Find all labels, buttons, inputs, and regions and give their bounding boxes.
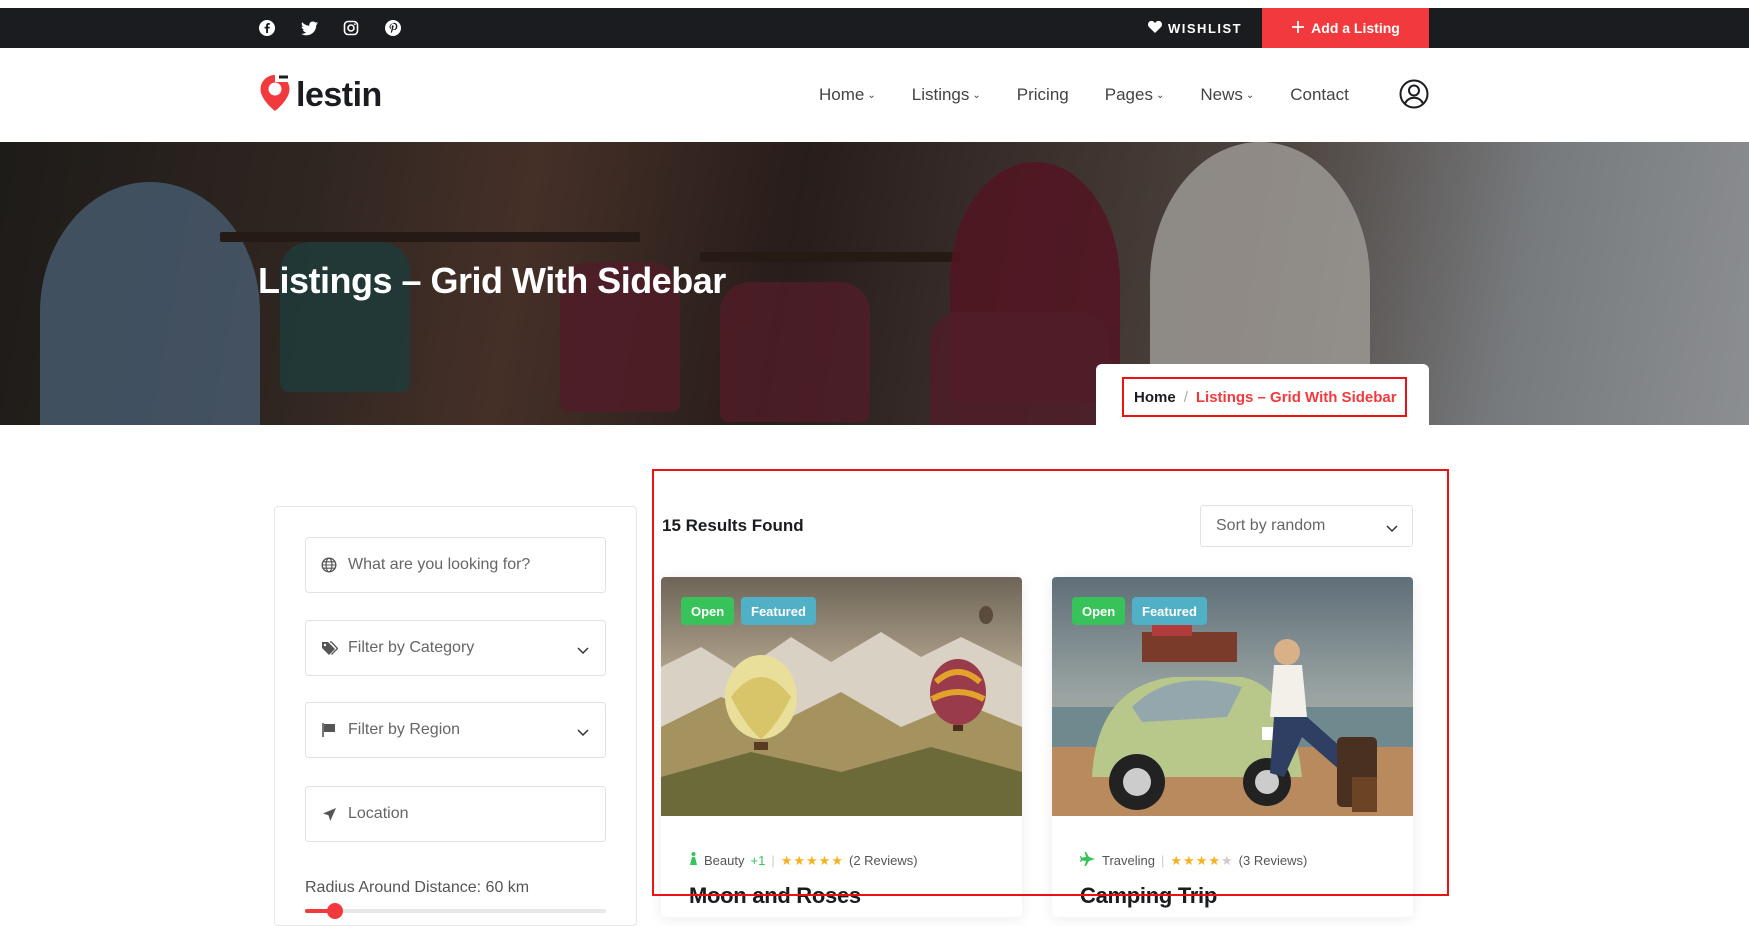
chevron-down-icon (577, 724, 589, 742)
review-count: (2 Reviews) (848, 853, 918, 868)
airplane-icon (1080, 852, 1096, 869)
star-icon: ★ (818, 852, 831, 868)
nav-label: News (1200, 85, 1243, 104)
star-icon: ★ (806, 852, 818, 868)
user-account-icon[interactable] (1399, 79, 1429, 109)
main-nav: Home ⌄ Listings ⌄ Pricing Pages ⌄ News ⌄ Con… (819, 48, 1349, 142)
pinterest-icon[interactable] (384, 19, 402, 37)
star-icon: ★ (1195, 852, 1208, 868)
flag-icon (320, 721, 338, 739)
search-input[interactable]: What are you looking for? (305, 537, 606, 593)
location-pin-icon (258, 73, 292, 118)
breadcrumb-current: Listings – Grid With Sidebar (1195, 388, 1397, 406)
nav-item-home[interactable]: Home ⌄ (819, 85, 876, 105)
star-icon: ★ (1221, 852, 1233, 868)
chevron-down-icon (577, 642, 589, 660)
nav-item-pricing[interactable]: Pricing (1017, 85, 1069, 105)
radius-label: Radius Around Distance: 60 km (305, 879, 530, 896)
nav-label: Pages (1104, 85, 1153, 104)
star-icon: ★ (1183, 852, 1195, 868)
breadcrumb: Home / Listings – Grid With Sidebar (1122, 377, 1407, 417)
top-bar: WISHLIST Add a Listing (0, 8, 1749, 48)
page-hero-banner: Listings – Grid With Sidebar (0, 142, 1749, 425)
listing-title[interactable]: Moon and Roses (689, 883, 861, 909)
listing-image[interactable]: Open Featured (661, 577, 1022, 816)
facebook-icon[interactable] (258, 19, 276, 37)
wishlist-label: WISHLIST (1168, 20, 1243, 36)
filter-sidebar: What are you looking for? Filter by Cate… (274, 506, 637, 926)
chevron-down-icon: ⌄ (1245, 89, 1255, 101)
chevron-down-icon: ⌄ (867, 89, 876, 101)
status-badge-open: Open (1072, 597, 1126, 625)
tags-icon (320, 639, 338, 657)
beauty-icon (689, 852, 698, 869)
listing-image[interactable]: Open Featured (1052, 577, 1413, 816)
social-links (258, 8, 402, 48)
listing-category[interactable]: Beauty (704, 853, 744, 868)
listing-card[interactable]: Open Featured Traveling | ★ ★ ★ ★ ★ (3 Revie… (1052, 577, 1413, 917)
listing-category-extra: +1 (750, 853, 766, 868)
add-listing-button[interactable]: Add a Listing (1262, 8, 1429, 48)
listing-category[interactable]: Traveling (1102, 853, 1155, 868)
plus-icon (1291, 20, 1305, 37)
nav-label: Listings (911, 85, 970, 104)
status-badge-open: Open (681, 597, 735, 625)
category-select[interactable]: Filter by Category (305, 620, 606, 676)
nav-item-news[interactable]: News ⌄ (1200, 85, 1254, 105)
globe-icon (320, 556, 338, 574)
main-header: lestin Home ⌄ Listings ⌄ Pricing Pages ⌄ Ne… (0, 48, 1749, 142)
region-select[interactable]: Filter by Region (305, 702, 606, 758)
listing-card[interactable]: Open Featured Beauty +1 | ★ ★ ★ ★ ★ (2 Revie… (661, 577, 1022, 917)
sort-value: Sort by random (1216, 517, 1326, 534)
meta-divider: | (771, 853, 775, 868)
listing-title[interactable]: Camping Trip (1080, 883, 1217, 909)
nav-item-pages[interactable]: Pages ⌄ (1105, 85, 1165, 105)
rating-stars: ★ ★ ★ ★ ★ (781, 853, 843, 869)
sort-select[interactable]: Sort by random (1200, 505, 1413, 547)
star-icon: ★ (793, 852, 806, 868)
site-logo[interactable]: lestin (258, 73, 382, 118)
location-input[interactable]: Location (305, 786, 606, 842)
instagram-icon[interactable] (342, 19, 360, 37)
search-placeholder: What are you looking for? (348, 556, 531, 573)
chevron-down-icon: ⌄ (1155, 89, 1165, 101)
status-badge-featured: Featured (1132, 597, 1207, 625)
radius-slider[interactable] (305, 903, 606, 919)
add-listing-label: Add a Listing (1311, 20, 1400, 36)
chevron-down-icon: ⌄ (972, 89, 981, 101)
star-icon: ★ (1170, 852, 1183, 868)
nav-item-listings[interactable]: Listings ⌄ (912, 85, 981, 105)
twitter-icon[interactable] (300, 19, 318, 37)
listing-meta: Traveling | ★ ★ ★ ★ ★ (3 Reviews) (1080, 852, 1307, 869)
nav-label: Home (819, 85, 865, 104)
location-arrow-icon (320, 805, 338, 823)
nav-item-contact[interactable]: Contact (1290, 85, 1349, 105)
meta-divider: | (1160, 853, 1165, 868)
page-title: Listings – Grid With Sidebar (258, 260, 726, 301)
breadcrumb-home-link[interactable]: Home (1134, 389, 1176, 406)
review-count: (3 Reviews) (1238, 853, 1308, 868)
breadcrumb-separator: / (1183, 388, 1188, 406)
radius-slider-handle[interactable] (327, 903, 343, 919)
nav-label: Pricing (1016, 85, 1069, 104)
category-placeholder: Filter by Category (348, 639, 475, 656)
rating-stars: ★ ★ ★ ★ ★ (1170, 853, 1232, 869)
region-placeholder: Filter by Region (348, 721, 461, 738)
star-icon: ★ (780, 852, 793, 868)
location-placeholder: Location (348, 805, 409, 822)
nav-label: Contact (1290, 85, 1349, 104)
chevron-down-icon (1386, 520, 1398, 538)
wishlist-link[interactable]: WISHLIST (1148, 8, 1242, 48)
status-badge-featured: Featured (741, 597, 816, 625)
star-icon: ★ (1208, 852, 1220, 868)
logo-text: lestin (296, 76, 382, 114)
listing-meta: Beauty +1 | ★ ★ ★ ★ ★ (2 Reviews) (689, 852, 918, 869)
results-count: 15 Results Found (662, 516, 804, 535)
heart-icon (1148, 20, 1162, 36)
star-icon: ★ (831, 852, 843, 868)
